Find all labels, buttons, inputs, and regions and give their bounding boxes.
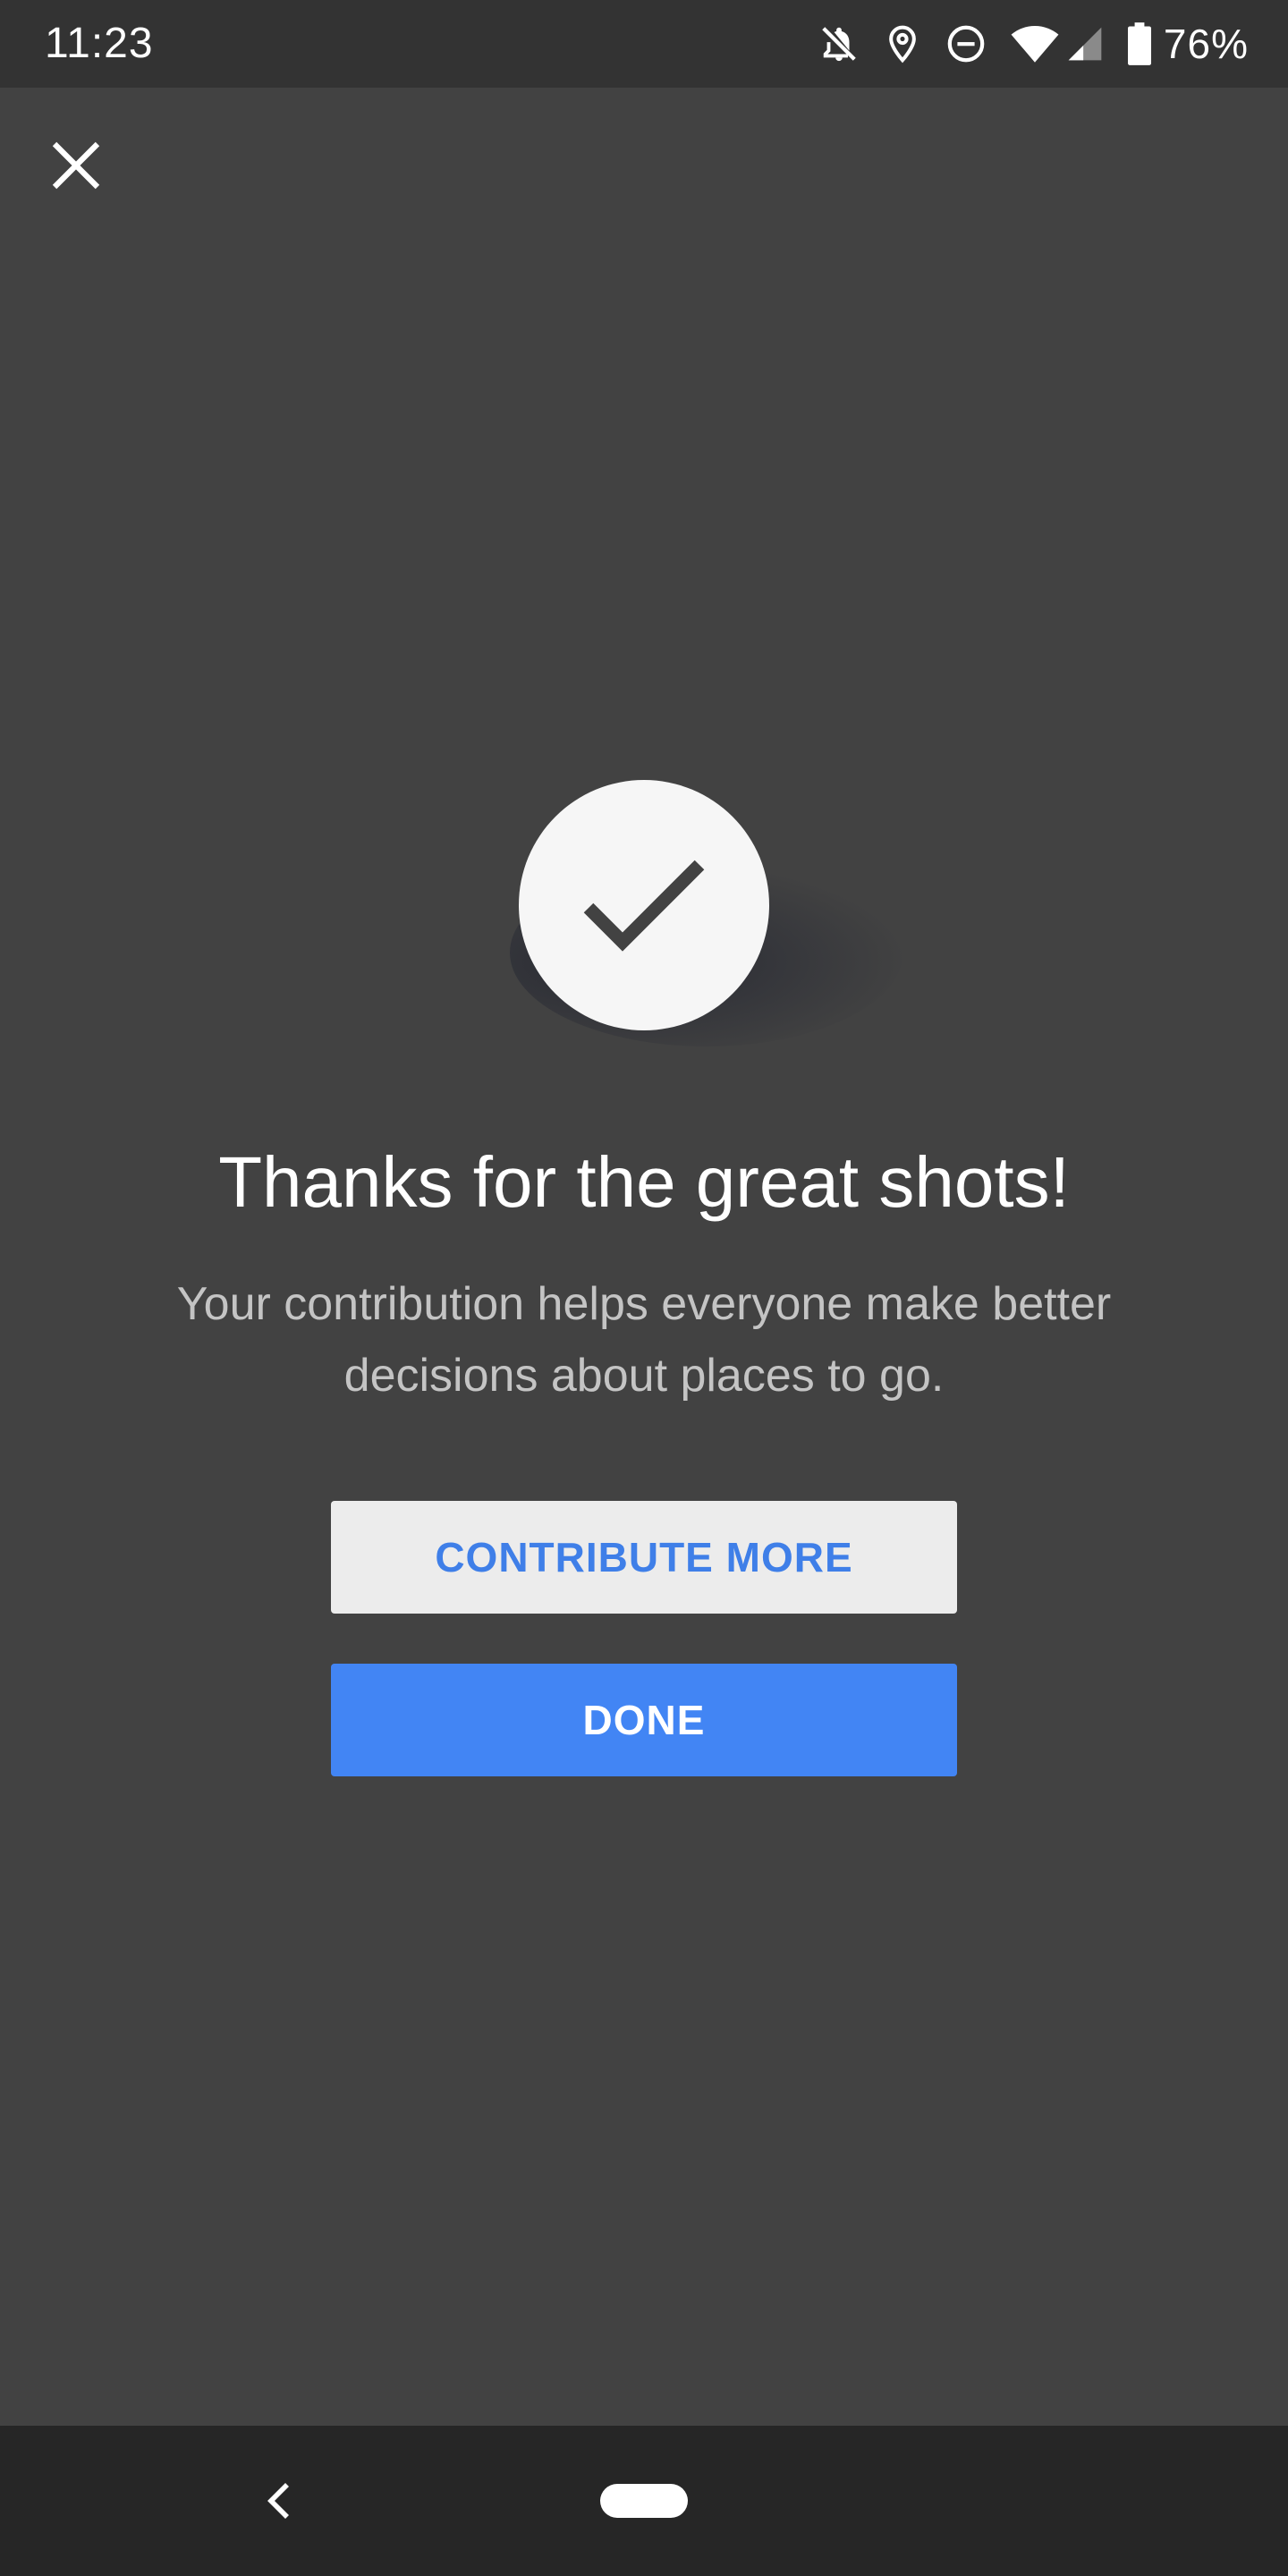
battery-icon [1127, 22, 1151, 65]
success-illustration [519, 780, 769, 1030]
do-not-disturb-icon [945, 23, 987, 64]
close-button[interactable] [36, 125, 116, 206]
location-icon [883, 23, 922, 64]
check-icon [583, 860, 705, 952]
contribute-more-button[interactable]: CONTRIBUTE MORE [331, 1501, 957, 1614]
status-time: 11:23 [45, 20, 154, 67]
check-circle [519, 780, 769, 1030]
confirmation-message: Your contribution helps everyone make be… [176, 1278, 1112, 1402]
status-icons: 76% [795, 18, 1249, 70]
close-icon [52, 141, 100, 190]
wifi-icon [1010, 23, 1060, 64]
home-pill-icon[interactable] [600, 2484, 688, 2518]
cellular-signal-icon [1065, 23, 1105, 64]
done-button[interactable]: DONE [331, 1664, 957, 1776]
notifications-off-icon [818, 23, 860, 64]
back-icon [267, 2483, 289, 2519]
confirmation-title: Thanks for the great shots! [218, 1142, 1070, 1222]
battery-percent: 76% [1163, 21, 1249, 67]
navigation-bar [0, 2426, 1288, 2576]
back-button[interactable] [250, 2465, 308, 2537]
status-bar: 11:23 76% [0, 0, 1288, 88]
